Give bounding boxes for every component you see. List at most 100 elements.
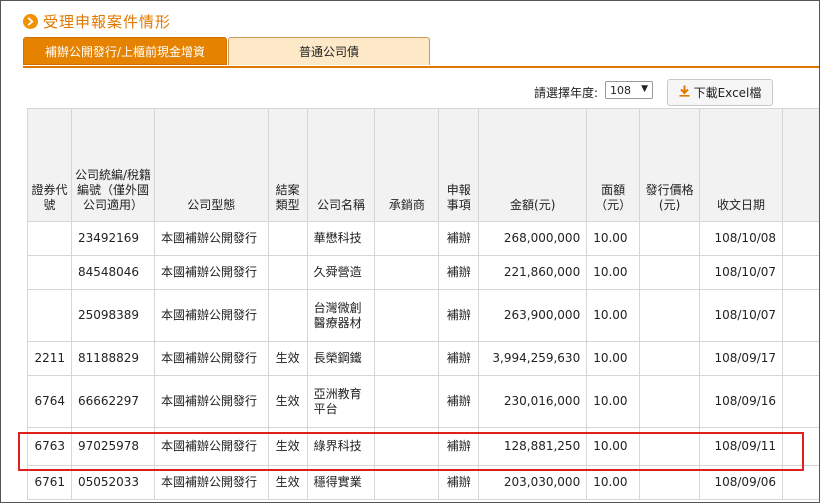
year-select-value: 108 <box>610 83 631 97</box>
cell-amount: 268,000,000 <box>478 221 588 256</box>
cell-issue-price <box>639 427 701 466</box>
col-header-closing-type: 結案類型 <box>267 108 308 222</box>
cell-underwriter <box>374 427 440 466</box>
year-select[interactable]: 108 ▼ <box>605 81 653 99</box>
cell-company-type: 本國補辦公開發行 <box>153 221 269 256</box>
cell-company-type: 本國補辦公開發行 <box>153 341 269 376</box>
cell-par-value: 10.00 <box>586 375 641 428</box>
cell-company-name: 久舜營造 <box>306 255 376 290</box>
col-header-company-type: 公司型態 <box>153 108 269 222</box>
cell-closing-type: 生效 <box>267 427 308 466</box>
cell-tax-id: 81188829 <box>70 341 155 376</box>
col-header-amount: 金額(元) <box>478 108 588 222</box>
page-frame: 受理申報案件情形 補辦公開發行/上櫃前現金增資 普通公司債 請選擇年度: 108… <box>0 0 820 503</box>
cell-tax-id: 97025978 <box>70 427 155 466</box>
cell-stock-code: 6763 <box>27 427 72 466</box>
cell-receipt-date: 108/10/07 <box>699 289 784 342</box>
table-header-row: 證券代號 公司統編/稅籍編號（僅外國公司適用） 公司型態 結案類型 公司名稱 承… <box>27 108 819 222</box>
col-header-filing-item: 申報事項 <box>438 108 480 222</box>
cell-extra <box>782 465 819 500</box>
cases-table: 證券代號 公司統編/稅籍編號（僅外國公司適用） 公司型態 結案類型 公司名稱 承… <box>27 108 819 500</box>
cell-par-value: 10.00 <box>586 427 641 466</box>
cell-stock-code <box>27 255 72 290</box>
cell-par-value: 10.00 <box>586 221 641 256</box>
cell-underwriter <box>374 341 440 376</box>
cell-extra <box>782 221 819 256</box>
tab-corporate-bonds[interactable]: 普通公司債 <box>228 37 430 65</box>
cell-receipt-date: 108/09/16 <box>699 375 784 428</box>
cell-issue-price <box>639 465 701 500</box>
cell-tax-id: 84548046 <box>70 255 155 290</box>
cell-closing-type: 生效 <box>267 341 308 376</box>
cell-extra <box>782 255 819 290</box>
cell-company-name: 華懋科技 <box>306 221 376 256</box>
download-icon <box>679 85 694 100</box>
cell-company-type: 本國補辦公開發行 <box>153 465 269 500</box>
cell-company-type: 本國補辦公開發行 <box>153 375 269 428</box>
table-row: 6761 05052033 本國補辦公開發行 生效 穩得實業 補辦 203,03… <box>27 465 819 500</box>
cell-company-name: 穩得實業 <box>306 465 376 500</box>
cell-underwriter <box>374 255 440 290</box>
cell-extra <box>782 289 819 342</box>
col-header-stock-code: 證券代號 <box>27 108 72 222</box>
cell-underwriter <box>374 221 440 256</box>
cell-filing-item: 補辦 <box>438 255 480 290</box>
cell-filing-item: 補辦 <box>438 427 480 466</box>
cell-filing-item: 補辦 <box>438 375 480 428</box>
table-row: 2211 81188829 本國補辦公開發行 生效 長榮鋼鐵 補辦 3,994,… <box>27 341 819 376</box>
cell-company-name: 長榮鋼鐵 <box>306 341 376 376</box>
chevron-right-circle-icon <box>23 13 38 29</box>
table-row-highlighted: 6763 97025978 本國補辦公開發行 生效 綠界科技 補辦 128,88… <box>27 427 819 466</box>
table-row: 25098389 本國補辦公開發行 台灣微創醫療器材 補辦 263,900,00… <box>27 289 819 342</box>
col-header-extra <box>782 108 819 222</box>
tab-supplementary-public-issue[interactable]: 補辦公開發行/上櫃前現金增資 <box>23 37 227 65</box>
cell-par-value: 10.00 <box>586 465 641 500</box>
cell-filing-item: 補辦 <box>438 289 480 342</box>
cell-stock-code: 6764 <box>27 375 72 428</box>
cell-amount: 128,881,250 <box>478 427 588 466</box>
cell-extra <box>782 375 819 428</box>
col-header-tax-id: 公司統編/稅籍編號（僅外國公司適用） <box>70 108 155 222</box>
col-header-company-name: 公司名稱 <box>306 108 376 222</box>
cell-extra <box>782 427 819 466</box>
cell-stock-code: 6761 <box>27 465 72 500</box>
download-excel-label: 下載Excel檔 <box>693 86 762 100</box>
cell-receipt-date: 108/09/06 <box>699 465 784 500</box>
cell-receipt-date: 108/10/07 <box>699 255 784 290</box>
table-row: 84548046 本國補辦公開發行 久舜營造 補辦 221,860,000 10… <box>27 255 819 290</box>
cell-closing-type <box>267 255 308 290</box>
download-excel-button[interactable]: 下載Excel檔 <box>667 79 773 106</box>
col-header-receipt-date: 收文日期 <box>699 108 784 222</box>
cell-issue-price <box>639 221 701 256</box>
cell-extra <box>782 341 819 376</box>
cell-issue-price <box>639 341 701 376</box>
cell-filing-item: 補辦 <box>438 465 480 500</box>
page-title: 受理申報案件情形 <box>43 12 172 31</box>
cell-underwriter <box>374 465 440 500</box>
cell-company-type: 本國補辦公開發行 <box>153 255 269 290</box>
cell-closing-type: 生效 <box>267 465 308 500</box>
cell-par-value: 10.00 <box>586 289 641 342</box>
cell-company-name: 綠界科技 <box>306 427 376 466</box>
cell-tax-id: 05052033 <box>70 465 155 500</box>
cell-receipt-date: 108/09/17 <box>699 341 784 376</box>
cell-tax-id: 66662297 <box>70 375 155 428</box>
cell-company-name: 台灣微創醫療器材 <box>306 289 376 342</box>
cell-par-value: 10.00 <box>586 341 641 376</box>
toolbar: 請選擇年度: 108 ▼ 下載Excel檔 <box>1 79 819 107</box>
cell-company-type: 本國補辦公開發行 <box>153 289 269 342</box>
cell-underwriter <box>374 375 440 428</box>
cell-issue-price <box>639 289 701 342</box>
tab-bar: 補辦公開發行/上櫃前現金增資 普通公司債 <box>23 37 819 68</box>
cell-closing-type: 生效 <box>267 375 308 428</box>
cell-closing-type <box>267 289 308 342</box>
cell-underwriter <box>374 289 440 342</box>
cell-issue-price <box>639 375 701 428</box>
year-select-label: 請選擇年度: <box>534 86 599 100</box>
cell-amount: 3,994,259,630 <box>478 341 588 376</box>
cell-amount: 263,900,000 <box>478 289 588 342</box>
cell-receipt-date: 108/10/08 <box>699 221 784 256</box>
cell-issue-price <box>639 255 701 290</box>
cell-amount: 221,860,000 <box>478 255 588 290</box>
col-header-underwriter: 承銷商 <box>374 108 440 222</box>
